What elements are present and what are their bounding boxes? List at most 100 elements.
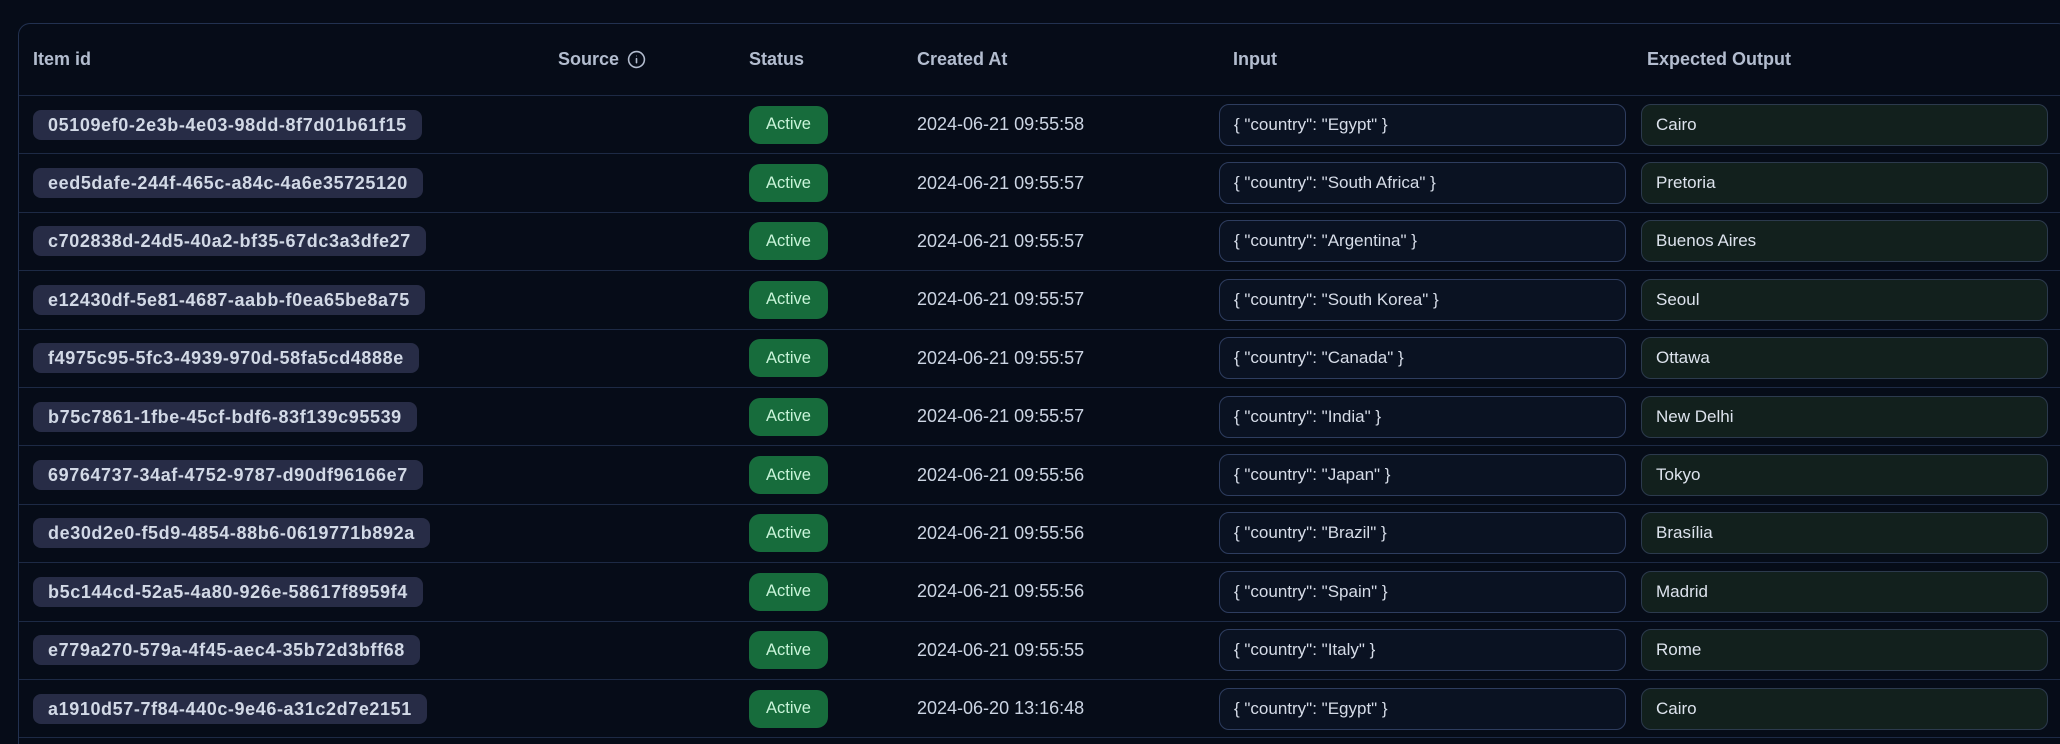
table-row[interactable]: de30d2e0-f5d9-4854-88b6-0619771b892a Act… <box>19 504 2060 562</box>
created-at-value: 2024-06-21 09:55:57 <box>917 406 1084 427</box>
input-cell: { "country": "Canada" } <box>1219 337 1626 379</box>
item-id-badge[interactable]: c702838d-24d5-40a2-bf35-67dc3a3dfe27 <box>33 226 426 256</box>
item-id-cell: 69764737-34af-4752-9787-d90df96166e7 <box>19 460 544 490</box>
status-cell: Active <box>735 339 903 377</box>
status-cell: Active <box>735 222 903 260</box>
expected-output-cell-wrap: Buenos Aires <box>1633 220 2060 262</box>
input-cell: { "country": "Brazil" } <box>1219 512 1626 554</box>
column-header-expected-output: Expected Output <box>1633 49 2060 70</box>
table-row[interactable]: eed5dafe-244f-465c-a84c-4a6e35725120 Act… <box>19 153 2060 211</box>
input-cell: { "country": "Japan" } <box>1219 454 1626 496</box>
table-row[interactable]: 05109ef0-2e3b-4e03-98dd-8f7d01b61f15 Act… <box>19 95 2060 153</box>
status-badge: Active <box>749 514 828 552</box>
input-cell: { "country": "South Korea" } <box>1219 279 1626 321</box>
status-cell: Active <box>735 281 903 319</box>
created-at-value: 2024-06-21 09:55:56 <box>917 523 1084 544</box>
clipped-next-row <box>19 737 2060 744</box>
status-badge: Active <box>749 106 828 144</box>
expected-output-cell: Rome <box>1641 629 2048 671</box>
created-at-cell: 2024-06-21 09:55:57 <box>903 173 1219 194</box>
created-at-value: 2024-06-20 13:16:48 <box>917 698 1084 719</box>
column-header-created-at-label: Created At <box>917 49 1007 70</box>
expected-output-cell-wrap: Seoul <box>1633 279 2060 321</box>
table-row[interactable]: 69764737-34af-4752-9787-d90df96166e7 Act… <box>19 445 2060 503</box>
table-row[interactable]: e12430df-5e81-4687-aabb-f0ea65be8a75 Act… <box>19 270 2060 328</box>
expected-output-cell: Cairo <box>1641 104 2048 146</box>
expected-output-cell-wrap: New Delhi <box>1633 396 2060 438</box>
item-id-badge[interactable]: a1910d57-7f84-440c-9e46-a31c2d7e2151 <box>33 694 427 724</box>
table-row[interactable]: b5c144cd-52a5-4a80-926e-58617f8959f4 Act… <box>19 562 2060 620</box>
table-row[interactable]: e779a270-579a-4f45-aec4-35b72d3bff68 Act… <box>19 621 2060 679</box>
input-cell-wrap: { "country": "Brazil" } <box>1219 512 1633 554</box>
table-row[interactable]: c702838d-24d5-40a2-bf35-67dc3a3dfe27 Act… <box>19 212 2060 270</box>
column-header-created-at: Created At <box>903 49 1219 70</box>
column-header-status-label: Status <box>749 49 804 70</box>
status-badge: Active <box>749 339 828 377</box>
expected-output-cell: Ottawa <box>1641 337 2048 379</box>
created-at-cell: 2024-06-21 09:55:57 <box>903 231 1219 252</box>
item-id-badge[interactable]: 05109ef0-2e3b-4e03-98dd-8f7d01b61f15 <box>33 110 422 140</box>
input-cell: { "country": "India" } <box>1219 396 1626 438</box>
input-cell: { "country": "Argentina" } <box>1219 220 1626 262</box>
item-id-badge[interactable]: de30d2e0-f5d9-4854-88b6-0619771b892a <box>33 518 430 548</box>
expected-output-cell-wrap: Ottawa <box>1633 337 2060 379</box>
expected-output-cell-wrap: Rome <box>1633 629 2060 671</box>
created-at-value: 2024-06-21 09:55:57 <box>917 348 1084 369</box>
expected-output-cell: Madrid <box>1641 571 2048 613</box>
status-badge: Active <box>749 690 828 728</box>
input-cell-wrap: { "country": "Egypt" } <box>1219 688 1633 730</box>
status-cell: Active <box>735 164 903 202</box>
item-id-cell: de30d2e0-f5d9-4854-88b6-0619771b892a <box>19 518 544 548</box>
item-id-badge[interactable]: b5c144cd-52a5-4a80-926e-58617f8959f4 <box>33 577 423 607</box>
table-row[interactable]: a1910d57-7f84-440c-9e46-a31c2d7e2151 Act… <box>19 679 2060 737</box>
created-at-value: 2024-06-21 09:55:57 <box>917 173 1084 194</box>
status-badge: Active <box>749 164 828 202</box>
expected-output-cell-wrap: Madrid <box>1633 571 2060 613</box>
column-header-item-id: Item id <box>19 49 544 70</box>
input-cell-wrap: { "country": "India" } <box>1219 396 1633 438</box>
created-at-value: 2024-06-21 09:55:57 <box>917 289 1084 310</box>
input-cell: { "country": "Spain" } <box>1219 571 1626 613</box>
expected-output-cell-wrap: Cairo <box>1633 104 2060 146</box>
item-id-cell: 05109ef0-2e3b-4e03-98dd-8f7d01b61f15 <box>19 110 544 140</box>
created-at-cell: 2024-06-21 09:55:58 <box>903 114 1219 135</box>
status-cell: Active <box>735 631 903 669</box>
status-cell: Active <box>735 690 903 728</box>
column-header-expected-output-label: Expected Output <box>1647 49 1791 70</box>
input-cell-wrap: { "country": "Argentina" } <box>1219 220 1633 262</box>
table-row[interactable]: b75c7861-1fbe-45cf-bdf6-83f139c95539 Act… <box>19 387 2060 445</box>
created-at-value: 2024-06-21 09:55:55 <box>917 640 1084 661</box>
info-icon[interactable] <box>627 50 646 69</box>
table-body: 05109ef0-2e3b-4e03-98dd-8f7d01b61f15 Act… <box>19 95 2060 737</box>
created-at-value: 2024-06-21 09:55:58 <box>917 114 1084 135</box>
expected-output-cell-wrap: Pretoria <box>1633 162 2060 204</box>
status-cell: Active <box>735 573 903 611</box>
status-cell: Active <box>735 398 903 436</box>
created-at-cell: 2024-06-21 09:55:56 <box>903 523 1219 544</box>
item-id-badge[interactable]: e779a270-579a-4f45-aec4-35b72d3bff68 <box>33 635 420 665</box>
column-header-input-label: Input <box>1233 49 1277 70</box>
item-id-cell: a1910d57-7f84-440c-9e46-a31c2d7e2151 <box>19 694 544 724</box>
column-header-source: Source <box>544 49 735 70</box>
column-header-item-id-label: Item id <box>33 49 91 70</box>
expected-output-cell-wrap: Brasília <box>1633 512 2060 554</box>
item-id-badge[interactable]: e12430df-5e81-4687-aabb-f0ea65be8a75 <box>33 285 425 315</box>
created-at-cell: 2024-06-20 13:16:48 <box>903 698 1219 719</box>
input-cell: { "country": "Egypt" } <box>1219 688 1626 730</box>
status-badge: Active <box>749 631 828 669</box>
dataset-items-table: Item id Source Status Created At Input E… <box>18 23 2060 744</box>
item-id-badge[interactable]: eed5dafe-244f-465c-a84c-4a6e35725120 <box>33 168 423 198</box>
expected-output-cell: Cairo <box>1641 688 2048 730</box>
table-row[interactable]: f4975c95-5fc3-4939-970d-58fa5cd4888e Act… <box>19 329 2060 387</box>
created-at-cell: 2024-06-21 09:55:57 <box>903 406 1219 427</box>
item-id-badge[interactable]: b75c7861-1fbe-45cf-bdf6-83f139c95539 <box>33 402 417 432</box>
item-id-badge[interactable]: 69764737-34af-4752-9787-d90df96166e7 <box>33 460 423 490</box>
input-cell-wrap: { "country": "Italy" } <box>1219 629 1633 671</box>
created-at-cell: 2024-06-21 09:55:57 <box>903 348 1219 369</box>
input-cell-wrap: { "country": "South Korea" } <box>1219 279 1633 321</box>
item-id-badge[interactable]: f4975c95-5fc3-4939-970d-58fa5cd4888e <box>33 343 419 373</box>
status-badge: Active <box>749 456 828 494</box>
item-id-cell: f4975c95-5fc3-4939-970d-58fa5cd4888e <box>19 343 544 373</box>
expected-output-cell: Seoul <box>1641 279 2048 321</box>
expected-output-cell: New Delhi <box>1641 396 2048 438</box>
